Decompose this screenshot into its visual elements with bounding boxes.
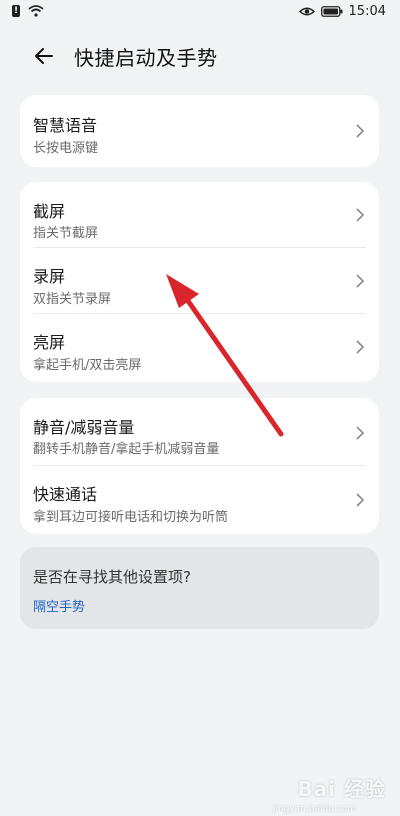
suggestion-question: 是否在寻找其他设置项? xyxy=(33,568,191,586)
item-title: 录屏 xyxy=(33,267,66,286)
page-header: 快捷启动及手势 xyxy=(0,30,400,80)
chevron-right-icon xyxy=(356,124,365,138)
item-title: 静音/减弱音量 xyxy=(33,418,135,437)
chevron-right-icon xyxy=(356,340,365,354)
chevron-right-icon xyxy=(356,426,365,440)
item-title: 快速通话 xyxy=(33,485,98,504)
list-item-mute[interactable]: 静音/减弱音量 翻转手机静音/拿起手机减弱音量 xyxy=(20,398,379,466)
watermark-url: jingyan.baidu.com xyxy=(272,804,356,814)
back-arrow-icon[interactable] xyxy=(30,42,58,70)
item-subtitle: 拿到耳边可接听电话和切换为听筒 xyxy=(33,510,229,525)
battery-icon xyxy=(320,6,343,17)
page-title: 快捷启动及手势 xyxy=(74,46,218,70)
list-item-wake-screen[interactable]: 亮屏 拿起手机/双击亮屏 xyxy=(20,314,379,380)
item-subtitle: 指关节截屏 xyxy=(33,226,99,241)
list-item-quick-call[interactable]: 快速通话 拿到耳边可接听电话和切换为听筒 xyxy=(20,466,379,534)
card-screen: 截屏 指关节截屏 录屏 双指关节录屏 亮屏 拿起手机/双击亮屏 xyxy=(20,182,379,382)
item-subtitle: 拿起手机/双击亮屏 xyxy=(33,358,142,373)
item-title: 亮屏 xyxy=(33,333,66,352)
suggestion-card: 是否在寻找其他设置项? 隔空手势 xyxy=(20,547,379,629)
chevron-right-icon xyxy=(356,493,365,507)
wifi-icon xyxy=(28,5,44,17)
chevron-right-icon xyxy=(356,274,365,288)
clock: 15:04 xyxy=(348,4,386,19)
air-gesture-link[interactable]: 隔空手势 xyxy=(33,596,85,615)
status-bar: ! 15:04 xyxy=(0,0,400,26)
watermark-logo: Bai 经验 xyxy=(297,777,386,801)
item-subtitle: 长按电源键 xyxy=(33,141,99,156)
item-title: 截屏 xyxy=(33,202,66,221)
list-item-screenshot[interactable]: 截屏 指关节截屏 xyxy=(20,182,379,248)
card-voice: 智慧语音 长按电源键 xyxy=(20,95,379,167)
list-item-screen-record[interactable]: 录屏 双指关节录屏 xyxy=(20,248,379,314)
chevron-right-icon xyxy=(356,208,365,222)
item-subtitle: 翻转手机静音/拿起手机减弱音量 xyxy=(33,442,220,457)
alert-icon: ! xyxy=(12,5,20,17)
card-call: 静音/减弱音量 翻转手机静音/拿起手机减弱音量 快速通话 拿到耳边可接听电话和切… xyxy=(20,398,379,534)
eye-icon xyxy=(298,7,315,16)
list-item-smart-voice[interactable]: 智慧语音 长按电源键 xyxy=(20,95,379,167)
item-title: 智慧语音 xyxy=(33,116,98,135)
item-subtitle: 双指关节录屏 xyxy=(33,292,112,307)
